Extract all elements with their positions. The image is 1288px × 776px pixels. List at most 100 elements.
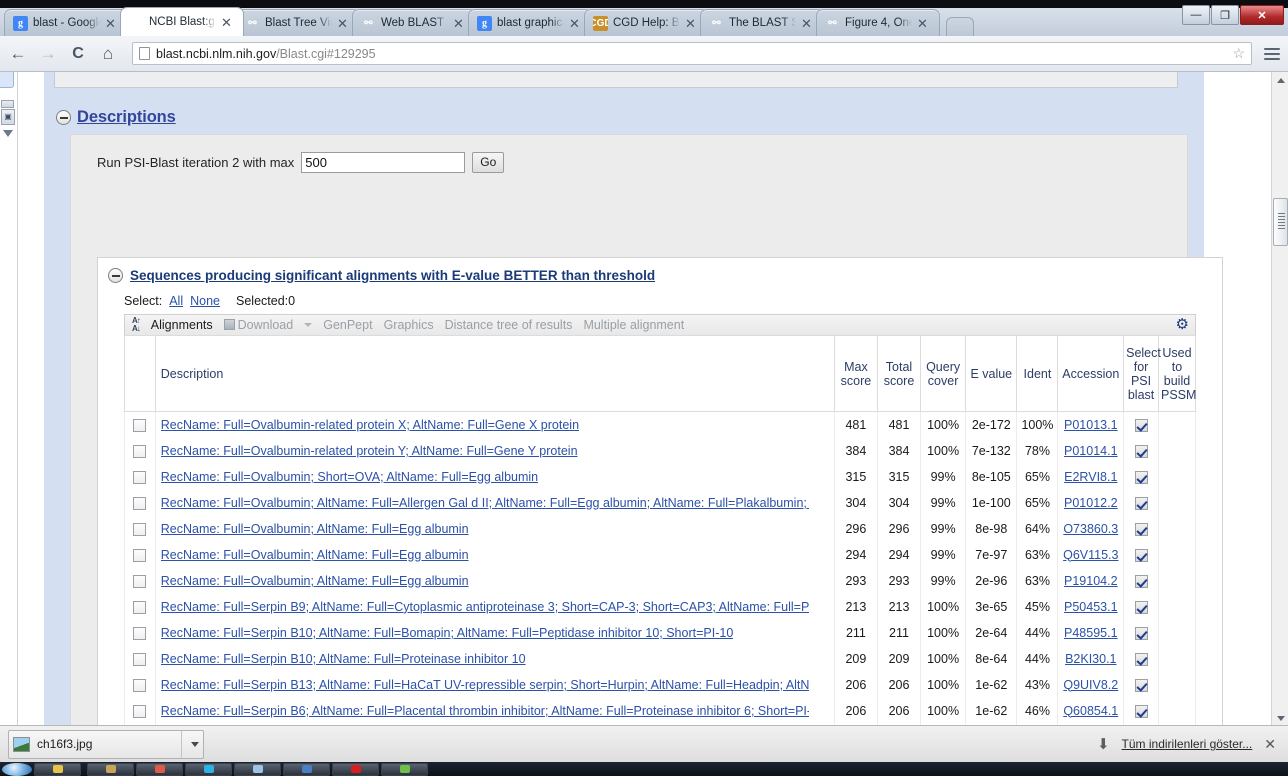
- select-for-psi-checkbox[interactable]: [1134, 652, 1148, 666]
- select-for-psi-checkbox[interactable]: [1134, 496, 1148, 510]
- tab-close-icon[interactable]: ✕: [453, 17, 465, 30]
- side-tab-handle[interactable]: [0, 72, 14, 88]
- row-select-checkbox[interactable]: [133, 496, 147, 510]
- row-select-checkbox[interactable]: [133, 704, 147, 718]
- accession-link[interactable]: Q60854.1: [1063, 704, 1118, 718]
- distance-tree-button[interactable]: Distance tree of results: [445, 318, 573, 332]
- accession-link[interactable]: P01013.1: [1064, 418, 1118, 432]
- address-bar[interactable]: blast.ncbi.nlm.nih.gov/Blast.cgi#129295 …: [132, 42, 1252, 65]
- row-select-checkbox[interactable]: [133, 418, 147, 432]
- collapse-sequences-button[interactable]: [108, 268, 123, 283]
- back-icon[interactable]: ←: [8, 44, 28, 64]
- row-select-checkbox[interactable]: [133, 678, 147, 692]
- select-for-psi-checkbox[interactable]: [1134, 600, 1148, 614]
- go-button[interactable]: Go: [472, 151, 505, 173]
- description-link[interactable]: RecName: Full=Ovalbumin; AltName: Full=E…: [161, 574, 469, 588]
- row-select-checkbox[interactable]: [133, 444, 147, 458]
- description-link[interactable]: RecName: Full=Ovalbumin; AltName: Full=E…: [161, 548, 469, 562]
- gear-icon[interactable]: ⚙: [1176, 317, 1189, 332]
- side-arrow-down-icon[interactable]: [3, 130, 13, 137]
- bookmark-star-icon[interactable]: ☆: [1232, 45, 1245, 62]
- close-window-button[interactable]: ✕: [1240, 5, 1284, 25]
- row-select-checkbox[interactable]: [133, 626, 147, 640]
- browser-tab-7[interactable]: ⚯ Figure 4, One-lin ✕: [816, 9, 940, 36]
- tab-close-icon[interactable]: ✕: [337, 17, 349, 30]
- accession-link[interactable]: O73860.3: [1063, 522, 1118, 536]
- accession-link[interactable]: B2KI30.1: [1065, 652, 1116, 666]
- multiple-alignment-button[interactable]: Multiple alignment: [583, 318, 684, 332]
- row-select-checkbox[interactable]: [133, 548, 147, 562]
- accession-link[interactable]: P50453.1: [1064, 600, 1118, 614]
- description-link[interactable]: RecName: Full=Ovalbumin-related protein …: [161, 444, 578, 458]
- browser-tab-6[interactable]: ⚯ The BLAST Sequ ✕: [700, 9, 824, 36]
- select-for-psi-checkbox[interactable]: [1134, 626, 1148, 640]
- reload-icon[interactable]: C: [68, 44, 88, 64]
- select-for-psi-checkbox[interactable]: [1134, 704, 1148, 718]
- select-for-psi-checkbox[interactable]: [1134, 418, 1148, 432]
- side-widget-icon[interactable]: ▣: [1, 109, 15, 125]
- page-title[interactable]: Descriptions: [77, 108, 176, 127]
- browser-tab-5[interactable]: CGD CGD Help: BLAS ✕: [584, 9, 708, 36]
- accession-link[interactable]: Q9UIV8.2: [1063, 678, 1118, 692]
- chevron-down-icon[interactable]: [191, 741, 199, 747]
- tab-close-icon[interactable]: ✕: [917, 17, 929, 30]
- select-for-psi-checkbox[interactable]: [1134, 548, 1148, 562]
- max-sequences-input[interactable]: [301, 151, 466, 173]
- accession-link[interactable]: E2RVI8.1: [1064, 470, 1117, 484]
- tab-close-icon[interactable]: ✕: [685, 17, 697, 30]
- download-button[interactable]: Download: [223, 318, 293, 332]
- row-select-checkbox[interactable]: [133, 652, 147, 666]
- taskbar-item[interactable]: [283, 762, 330, 776]
- accession-link[interactable]: P48595.1: [1064, 626, 1118, 640]
- browser-tab-1[interactable]: ⚯ NCBI Blast:gi|12 ✕: [120, 7, 244, 36]
- vertical-scrollbar[interactable]: [1271, 72, 1288, 727]
- minimize-button[interactable]: —: [1182, 5, 1210, 25]
- download-item[interactable]: ch16f3.jpg: [8, 729, 204, 759]
- tab-close-icon[interactable]: ✕: [569, 17, 581, 30]
- browser-tab-3[interactable]: ⚯ Web BLAST pag ✕: [352, 9, 476, 36]
- row-select-checkbox[interactable]: [133, 470, 147, 484]
- taskbar-item[interactable]: [34, 762, 81, 776]
- sequences-heading[interactable]: Sequences producing significant alignmen…: [130, 268, 655, 283]
- tab-close-icon[interactable]: ✕: [105, 17, 117, 30]
- close-download-bar-icon[interactable]: ✕: [1264, 736, 1276, 753]
- genpept-button[interactable]: GenPept: [323, 318, 372, 332]
- accession-link[interactable]: Q6V115.3: [1063, 548, 1118, 562]
- chevron-down-icon[interactable]: [304, 323, 313, 327]
- select-all-link[interactable]: All: [169, 294, 183, 308]
- scroll-up-button[interactable]: [1272, 72, 1288, 89]
- browser-tab-2[interactable]: ⚯ Blast Tree View ✕: [236, 9, 360, 36]
- select-for-psi-checkbox[interactable]: [1134, 574, 1148, 588]
- select-for-psi-checkbox[interactable]: [1134, 678, 1148, 692]
- tab-close-icon[interactable]: ✕: [221, 16, 233, 29]
- start-button[interactable]: [2, 762, 32, 776]
- select-for-psi-checkbox[interactable]: [1134, 522, 1148, 536]
- description-link[interactable]: RecName: Full=Serpin B10; AltName: Full=…: [161, 626, 734, 640]
- accession-link[interactable]: P19104.2: [1064, 574, 1118, 588]
- description-link[interactable]: RecName: Full=Serpin B13; AltName: Full=…: [161, 678, 809, 692]
- taskbar-item[interactable]: [332, 762, 379, 776]
- description-link[interactable]: RecName: Full=Ovalbumin-related protein …: [161, 418, 579, 432]
- maximize-button[interactable]: ❐: [1211, 5, 1239, 25]
- taskbar-item[interactable]: [87, 762, 134, 776]
- description-link[interactable]: RecName: Full=Ovalbumin; Short=OVA; AltN…: [161, 470, 538, 484]
- alignments-button[interactable]: Alignments: [151, 318, 213, 332]
- description-link[interactable]: RecName: Full=Serpin B10; AltName: Full=…: [161, 652, 526, 666]
- browser-menu-icon[interactable]: [1262, 47, 1280, 60]
- taskbar-item[interactable]: [381, 762, 428, 776]
- graphics-button[interactable]: Graphics: [384, 318, 434, 332]
- new-tab-button[interactable]: [946, 17, 974, 36]
- description-link[interactable]: RecName: Full=Serpin B6; AltName: Full=P…: [161, 704, 809, 718]
- scrollbar-thumb[interactable]: [1273, 198, 1288, 246]
- row-select-checkbox[interactable]: [133, 574, 147, 588]
- collapse-descriptions-button[interactable]: [56, 110, 71, 125]
- select-for-psi-checkbox[interactable]: [1134, 470, 1148, 484]
- row-select-checkbox[interactable]: [133, 600, 147, 614]
- browser-tab-0[interactable]: g blast - Google'd ✕: [4, 9, 128, 36]
- accession-link[interactable]: P01012.2: [1064, 496, 1118, 510]
- description-link[interactable]: RecName: Full=Ovalbumin; AltName: Full=A…: [161, 496, 809, 510]
- select-for-psi-checkbox[interactable]: [1134, 444, 1148, 458]
- accession-link[interactable]: P01014.1: [1064, 444, 1118, 458]
- home-icon[interactable]: ⌂: [98, 44, 118, 64]
- browser-tab-4[interactable]: g blast graphical o ✕: [468, 9, 592, 36]
